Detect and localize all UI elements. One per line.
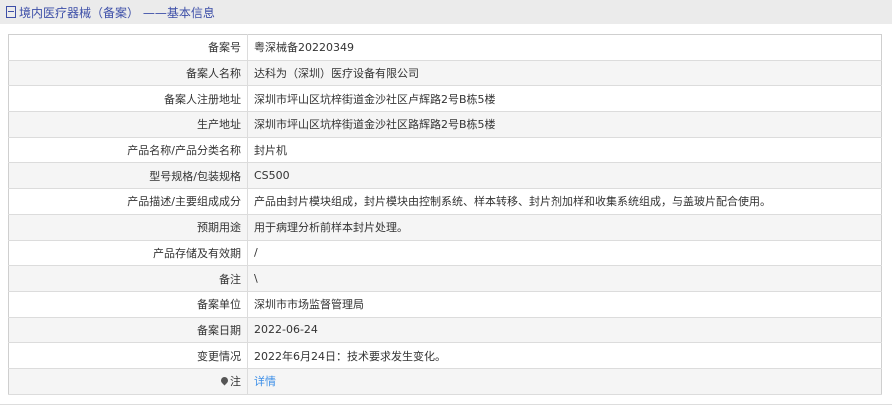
row-value: 2022-06-24 <box>247 317 882 344</box>
table-row: 型号规格/包装规格 CS500 <box>8 162 882 190</box>
row-label: 型号规格/包装规格 <box>8 162 248 190</box>
page-title: 境内医疗器械（备案） ——基本信息 <box>19 5 215 20</box>
info-table: 备案号 粤深械备20220349 备案人名称 达科为（深圳）医疗设备有限公司 备案人注册… <box>8 34 882 395</box>
row-label: 备案单位 <box>8 291 248 318</box>
table-row: 产品描述/主要组成成分 产品由封片模块组成，封片模块由控制系统、样本转移、封片剂加… <box>8 188 882 215</box>
table-row: 生产地址 深圳市坪山区坑梓街道金沙社区路辉路2号B栋5楼 <box>8 111 882 138</box>
row-label: 注 <box>230 375 241 389</box>
row-value: 2022年6月24日：技术要求发生变化。 <box>247 342 882 369</box>
divider <box>0 404 892 405</box>
row-value: / <box>247 240 882 267</box>
row-label: 备案号 <box>8 34 248 61</box>
row-label: 产品名称/产品分类名称 <box>8 137 248 164</box>
row-label: 产品存储及有效期 <box>8 240 248 267</box>
row-value: 封片机 <box>247 137 882 164</box>
row-value: 深圳市市场监督管理局 <box>247 291 882 318</box>
row-label: 备注 <box>8 265 248 292</box>
row-label: 变更情况 <box>8 342 248 369</box>
row-label: 备案日期 <box>8 317 248 344</box>
page-header: 境内医疗器械（备案） ——基本信息 <box>0 0 892 24</box>
table-row: 备案日期 2022-06-24 <box>8 317 882 344</box>
table-row: 产品名称/产品分类名称 封片机 <box>8 137 882 164</box>
row-value: \ <box>247 265 882 292</box>
table-row: 备案人名称 达科为（深圳）医疗设备有限公司 <box>8 60 882 87</box>
document-icon <box>6 6 16 18</box>
row-label: 生产地址 <box>8 111 248 138</box>
row-value: 达科为（深圳）医疗设备有限公司 <box>247 60 882 87</box>
details-link[interactable]: 详情 <box>254 375 276 388</box>
table-row: 预期用途 用于病理分析前样本封片处理。 <box>8 214 882 241</box>
row-label: 产品描述/主要组成成分 <box>8 188 248 215</box>
row-value: CS500 <box>247 162 882 190</box>
row-value: 用于病理分析前样本封片处理。 <box>247 214 882 241</box>
table-row: 备注 \ <box>8 265 882 292</box>
row-value: 深圳市坪山区坑梓街道金沙社区卢辉路2号B栋5楼 <box>247 85 882 113</box>
table-row: 变更情况 2022年6月24日：技术要求发生变化。 <box>8 342 882 369</box>
row-label: 备案人注册地址 <box>8 85 248 113</box>
row-value: 产品由封片模块组成，封片模块由控制系统、样本转移、封片剂加样和收集系统组成，与盖… <box>247 188 882 215</box>
table-row-note: 注 详情 <box>8 368 882 395</box>
table-row: 产品存储及有效期 / <box>8 240 882 267</box>
table-row: 备案人注册地址 深圳市坪山区坑梓街道金沙社区卢辉路2号B栋5楼 <box>8 85 882 113</box>
row-value: 粤深械备20220349 <box>247 34 882 61</box>
row-value: 深圳市坪山区坑梓街道金沙社区路辉路2号B栋5楼 <box>247 111 882 138</box>
row-label: 备案人名称 <box>8 60 248 87</box>
table-row: 备案号 粤深械备20220349 <box>8 34 882 61</box>
pin-icon <box>219 375 230 386</box>
row-label: 预期用途 <box>8 214 248 241</box>
table-row: 备案单位 深圳市市场监督管理局 <box>8 291 882 318</box>
